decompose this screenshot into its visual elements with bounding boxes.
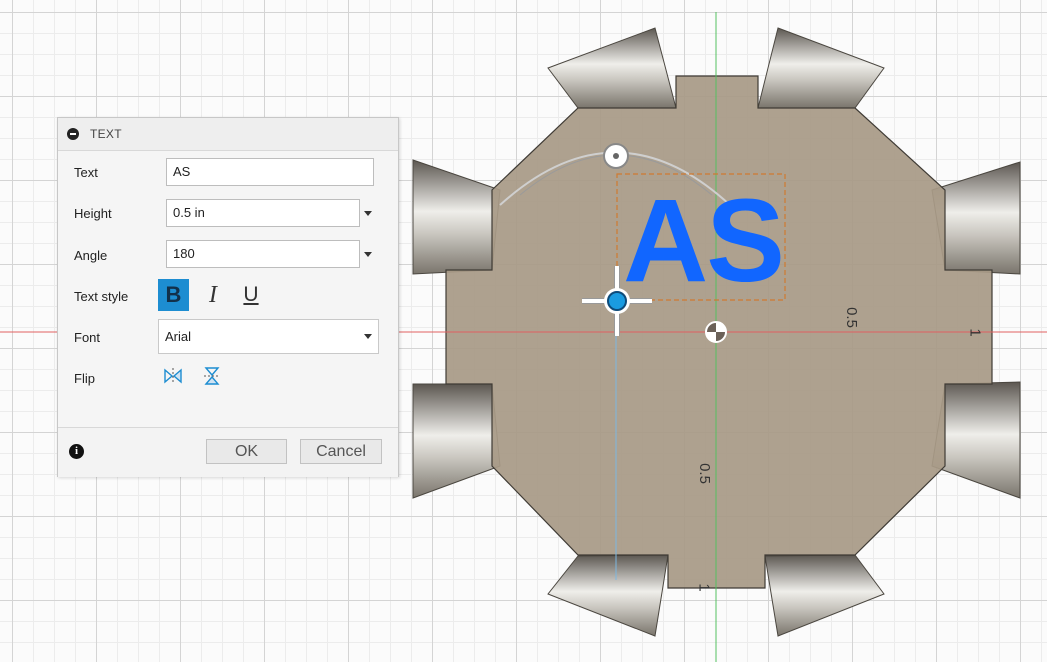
font-select[interactable]: Arial: [158, 319, 379, 354]
dialog-title: TEXT: [90, 127, 122, 141]
rotate-handle-icon[interactable]: [603, 143, 629, 169]
gear-tooth-left-bottom: [412, 383, 501, 499]
underline-button[interactable]: U: [240, 279, 262, 311]
text-style-label: Text style: [74, 289, 129, 304]
collapse-icon[interactable]: [67, 128, 79, 140]
italic-button[interactable]: I: [203, 279, 223, 311]
text-dialog: TEXT Text AS Height 0.5 in Angle 180 Tex…: [57, 117, 399, 477]
dialog-footer: i OK Cancel: [58, 427, 398, 477]
angle-dropdown-icon[interactable]: [364, 252, 372, 257]
angle-label: Angle: [74, 248, 108, 263]
dialog-header[interactable]: TEXT: [58, 118, 398, 151]
font-dropdown-icon[interactable]: [364, 334, 372, 339]
text-input[interactable]: AS: [166, 158, 374, 186]
text-label: Text: [74, 165, 98, 180]
dimension-label-horizontal[interactable]: 0.5: [696, 463, 713, 484]
move-handle-icon[interactable]: [582, 266, 652, 336]
ok-button[interactable]: OK: [206, 439, 287, 464]
font-label: Font: [74, 330, 101, 345]
gear-tooth-left-top: [412, 159, 501, 275]
flip-horizontal-icon[interactable]: [162, 365, 184, 387]
gear-tooth-bottom-left: [547, 554, 669, 637]
height-dropdown-icon[interactable]: [364, 211, 372, 216]
info-icon[interactable]: i: [69, 444, 84, 459]
dimension-label-vertical[interactable]: 0.5: [843, 307, 860, 328]
ruler-label-right: 1: [966, 328, 984, 337]
height-label: Height: [74, 206, 112, 221]
gear-tooth-bottom-right: [764, 554, 885, 637]
cancel-button[interactable]: Cancel: [300, 439, 382, 464]
angle-input[interactable]: 180: [166, 240, 360, 268]
gear-tooth-top-right: [757, 27, 885, 109]
ruler-label-bottom: 1: [695, 583, 713, 592]
gear-tooth-top-left: [547, 27, 677, 109]
height-input[interactable]: 0.5 in: [166, 199, 360, 227]
bold-button[interactable]: B: [158, 279, 189, 311]
origin-icon: [705, 321, 727, 343]
flip-label: Flip: [74, 371, 95, 386]
flip-vertical-icon[interactable]: [201, 365, 223, 387]
